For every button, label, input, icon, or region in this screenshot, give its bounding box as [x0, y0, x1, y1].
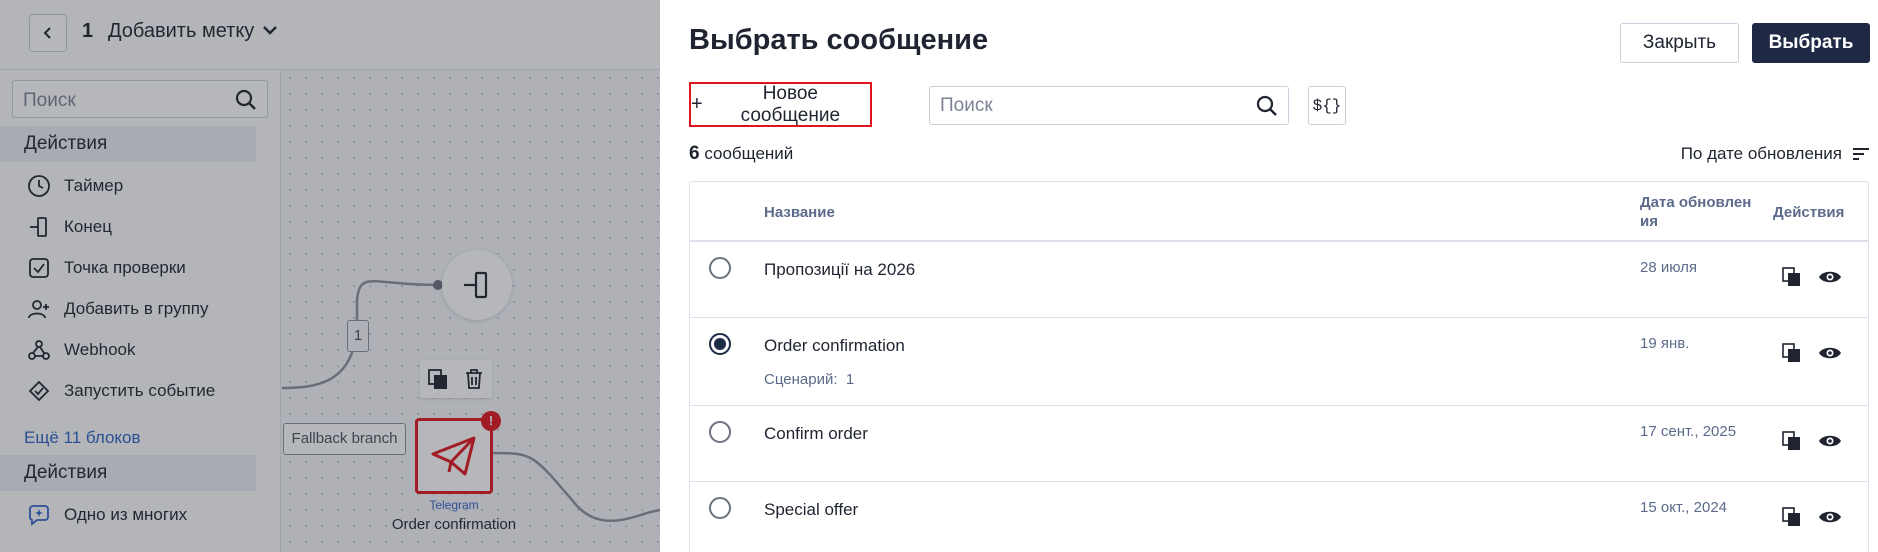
message-date: 28 июля	[1640, 259, 1698, 276]
message-scenarios: Сценарий: 1	[764, 371, 854, 388]
message-search-input[interactable]	[940, 94, 1240, 118]
select-message-drawer: Выбрать сообщение Закрыть Выбрать + Ново…	[660, 0, 1878, 552]
message-count-number: 6	[689, 143, 700, 164]
modal-backdrop[interactable]	[0, 0, 660, 552]
preview-eye-icon[interactable]	[1818, 433, 1842, 449]
new-message-button[interactable]: + Новое сообщение	[689, 82, 872, 127]
scenarios-count: 1	[845, 371, 855, 388]
messages-table: Название Дата обновлен ия Действия Пропоз…	[689, 181, 1869, 552]
copy-icon[interactable]	[1782, 267, 1802, 287]
row-radio[interactable]	[709, 497, 731, 519]
sort-dropdown[interactable]: По дате обновления	[1681, 144, 1870, 164]
message-name: Order confirmation	[764, 336, 905, 355]
message-date: 15 окт., 2024	[1640, 499, 1728, 516]
table-row[interactable]: Special offer 15 окт., 2024	[690, 482, 1868, 552]
row-radio[interactable]	[709, 257, 731, 279]
copy-icon[interactable]	[1782, 431, 1802, 451]
preview-eye-icon[interactable]	[1818, 345, 1842, 361]
table-row[interactable]: Order confirmation Сценарий: 1 19 янв.	[690, 318, 1868, 406]
message-name: Пропозиції на 2026	[764, 260, 916, 279]
message-count: 6 сообщений	[689, 143, 793, 165]
table-row[interactable]: Пропозиції на 2026 28 июля	[690, 242, 1868, 318]
search-icon[interactable]	[1256, 95, 1278, 117]
message-name: Confirm order	[764, 424, 868, 443]
select-button[interactable]: Выбрать	[1752, 23, 1870, 63]
message-date: 19 янв.	[1640, 335, 1690, 352]
row-radio[interactable]	[709, 421, 731, 443]
preview-eye-icon[interactable]	[1818, 509, 1842, 525]
row-radio-selected[interactable]	[709, 333, 731, 355]
sort-label: По дате обновления	[1680, 144, 1842, 163]
scenarios-label: Сценарий:	[764, 371, 838, 388]
close-button[interactable]: Закрыть	[1620, 23, 1739, 63]
column-name[interactable]: Название	[764, 204, 835, 221]
table-row[interactable]: Confirm order 17 сент., 2025	[690, 406, 1868, 482]
message-count-label: сообщений	[704, 144, 794, 163]
table-header: Название Дата обновлен ия Действия	[690, 182, 1868, 242]
variables-button[interactable]: ${}	[1308, 86, 1346, 125]
column-date[interactable]: Дата обновлен ия	[1640, 193, 1751, 231]
column-date-line1: Дата обновлен	[1640, 194, 1752, 211]
drawer-title: Выбрать сообщение	[689, 24, 989, 56]
copy-icon[interactable]	[1782, 343, 1802, 363]
sort-icon	[1853, 148, 1869, 160]
message-search	[929, 86, 1289, 125]
column-actions: Действия	[1773, 204, 1845, 221]
copy-icon[interactable]	[1782, 507, 1802, 527]
new-message-label: Новое сообщение	[740, 82, 841, 126]
message-name: Special offer	[764, 500, 859, 519]
plus-icon: +	[691, 93, 703, 115]
column-date-line2: ия	[1640, 213, 1658, 230]
preview-eye-icon[interactable]	[1818, 269, 1842, 285]
message-date: 17 сент., 2025	[1640, 423, 1737, 440]
